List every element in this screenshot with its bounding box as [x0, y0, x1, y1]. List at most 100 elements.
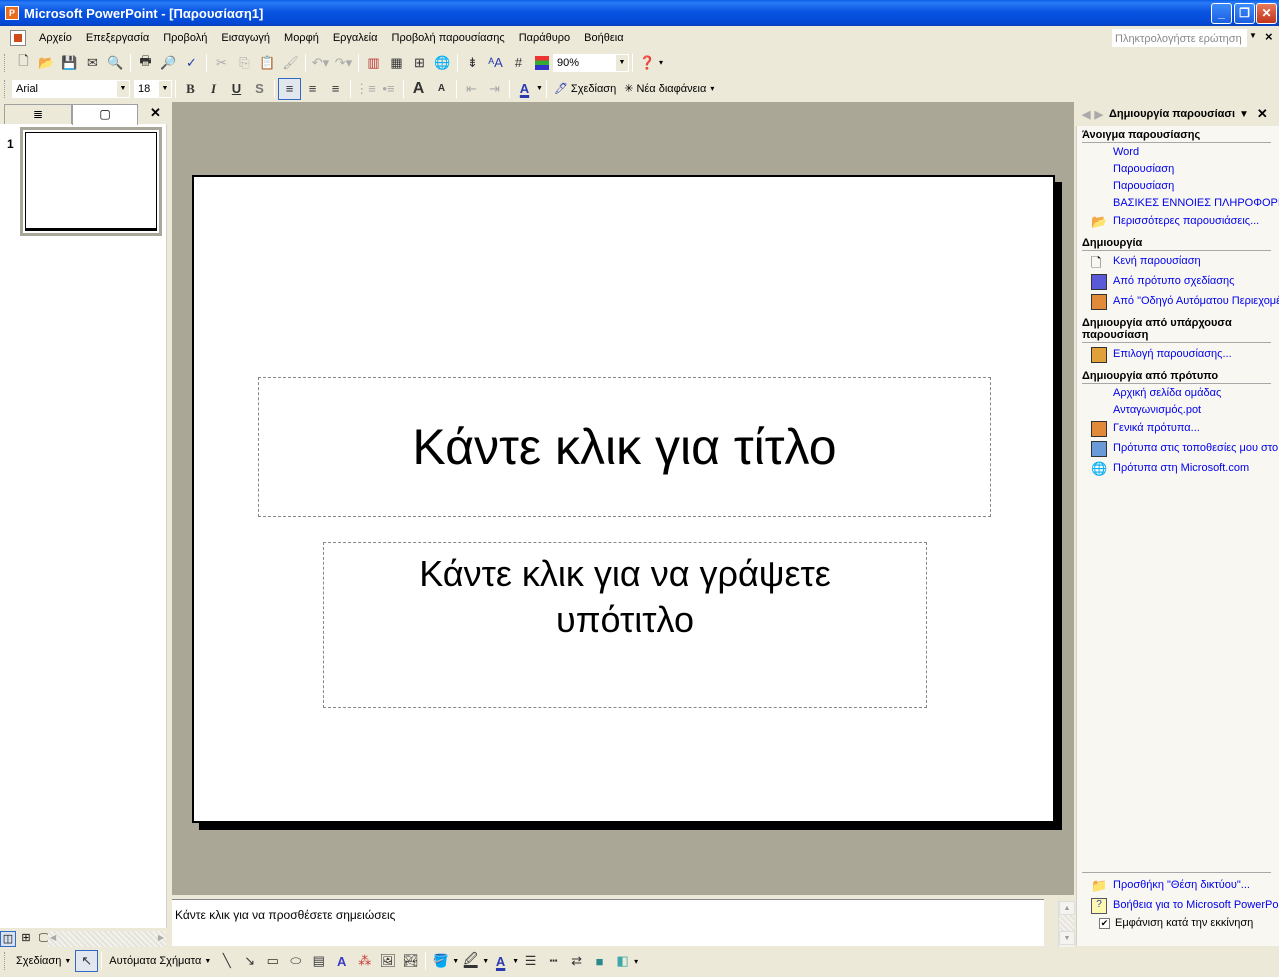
notes-scrollbar[interactable]: ▲ ▼ [1058, 901, 1075, 947]
insert-table-icon[interactable]: ▦ [385, 52, 408, 74]
save-icon[interactable]: 💾 [58, 52, 81, 74]
shadow-button[interactable]: S [248, 78, 271, 100]
more-presentations-link[interactable]: Περισσότερες παρουσιάσεις... [1113, 215, 1279, 227]
menu-window[interactable]: Παράθυρο [512, 28, 577, 48]
show-at-startup-checkbox[interactable]: ✔ Εμφάνιση κατά την εκκίνηση [1099, 917, 1253, 929]
chevron-down-icon[interactable]: ▼ [536, 85, 543, 92]
insert-chart-icon[interactable]: ▥ [362, 52, 385, 74]
bullets-icon[interactable]: •≡ [377, 78, 400, 100]
recent-file-link[interactable]: ΒΑΣΙΚΕΣ ΕΝΝΟΙΕΣ ΠΛΗΡΟΦΟΡΙΚΗ [1113, 197, 1279, 209]
wordart-icon[interactable]: A [330, 950, 353, 972]
slide-thumbnail[interactable] [20, 127, 162, 236]
text-box-icon[interactable]: ▤ [307, 950, 330, 972]
increase-indent-icon[interactable]: ⇥ [483, 78, 506, 100]
zoom-select[interactable]: 90% ▼ [553, 53, 629, 72]
help-icon[interactable]: ❓ [636, 52, 659, 74]
3d-style-icon[interactable]: ◧ [611, 950, 634, 972]
toolbar-options-icon[interactable]: ▾ [659, 58, 663, 67]
notes-pane[interactable]: Κάντε κλικ για να προσθέσετε σημειώσεις [172, 899, 1044, 946]
email-icon[interactable]: ✉ [81, 52, 104, 74]
menu-edit[interactable]: Επεξεργασία [79, 28, 156, 48]
line-style-icon[interactable]: ☰ [519, 950, 542, 972]
font-size-select[interactable]: 18 ▼ [134, 79, 172, 98]
menu-help[interactable]: Βοήθεια [577, 28, 630, 48]
diagram-icon[interactable]: ⁂ [353, 950, 376, 972]
menu-insert[interactable]: Εισαγωγή [214, 28, 277, 48]
close-pane-button[interactable]: ✕ [150, 105, 161, 121]
bold-button[interactable]: B [179, 78, 202, 100]
numbering-icon[interactable]: ⋮≡ [354, 78, 377, 100]
choose-presentation-link[interactable]: Επιλογή παρουσίασης... [1113, 348, 1279, 360]
subtitle-placeholder[interactable]: Κάντε κλικ για να γράψετε υπότιτλο [323, 542, 927, 708]
new-slide-button[interactable]: ✳ Νέα διαφάνεια [620, 78, 710, 100]
scroll-up-icon[interactable]: ▲ [1059, 901, 1075, 915]
line-icon[interactable]: ╲ [215, 950, 238, 972]
scroll-left-icon[interactable]: ◀ [50, 933, 56, 942]
scroll-right-icon[interactable]: ▶ [158, 933, 164, 942]
toolbar-grip[interactable] [4, 79, 7, 98]
font-select[interactable]: Arial ▼ [12, 79, 130, 98]
hyperlink-icon[interactable]: 🌐 [431, 52, 454, 74]
templates-on-my-web-sites-link[interactable]: Πρότυπα στις τοποθεσίες μου στο " [1113, 442, 1279, 454]
expand-icon[interactable]: ⇟ [461, 52, 484, 74]
back-icon[interactable]: ◀ [1082, 108, 1090, 121]
print-icon[interactable]: 🖶 [134, 52, 157, 74]
toolbar-grip[interactable] [4, 53, 7, 72]
menu-slideshow[interactable]: Προβολή παρουσίασης [385, 28, 512, 48]
chevron-down-icon[interactable]: ▼ [512, 958, 519, 965]
document-icon[interactable] [10, 29, 26, 46]
clip-art-icon[interactable]: 🖼 [376, 950, 399, 972]
cut-icon[interactable]: ✂ [210, 52, 233, 74]
powerpoint-app-icon[interactable]: P [5, 6, 19, 20]
templates-microsoft-link[interactable]: Πρότυπα στη Microsoft.com [1113, 462, 1279, 474]
italic-button[interactable]: I [202, 78, 225, 100]
tables-borders-icon[interactable]: ⊞ [408, 52, 431, 74]
close-button[interactable]: ✕ [1256, 3, 1277, 24]
permission-icon[interactable]: 🔍 [104, 52, 127, 74]
select-objects-icon[interactable]: ↖ [75, 950, 99, 972]
ask-dropdown-icon[interactable]: ▼ [1249, 31, 1257, 40]
color-grayscale-icon[interactable] [530, 52, 553, 74]
menu-tools[interactable]: Εργαλεία [326, 28, 385, 48]
grid-icon[interactable]: # [507, 52, 530, 74]
font-color-icon[interactable]: A [489, 950, 512, 972]
recent-file-link[interactable]: Παρουσίαση [1113, 163, 1279, 175]
slide-sorter-icon[interactable]: ⊞ [18, 931, 34, 947]
arrow-style-icon[interactable]: ⇄ [565, 950, 588, 972]
insert-picture-icon[interactable]: 🏞 [399, 950, 422, 972]
show-formatting-icon[interactable]: ᴬA [484, 52, 507, 74]
task-pane-menu-icon[interactable]: ▼ [1239, 109, 1249, 120]
restore-button[interactable]: ❐ [1234, 3, 1255, 24]
oval-icon[interactable]: ⬭ [284, 950, 307, 972]
from-design-template-link[interactable]: Από πρότυπο σχεδίασης [1113, 275, 1279, 287]
minimize-button[interactable]: _ [1211, 3, 1232, 24]
chevron-down-icon[interactable]: ▼ [452, 958, 459, 965]
rectangle-icon[interactable]: ▭ [261, 950, 284, 972]
decrease-indent-icon[interactable]: ⇤ [460, 78, 483, 100]
toolbar-options-icon[interactable]: ▾ [634, 957, 638, 966]
checkbox-checked-icon[interactable]: ✔ [1099, 917, 1110, 929]
scroll-down-icon[interactable]: ▼ [1059, 931, 1075, 945]
design-button[interactable]: 🖊 Σχεδίαση [550, 78, 620, 100]
new-icon[interactable]: 🗋 [12, 52, 35, 74]
task-pane-close-button[interactable]: ✕ [1257, 106, 1268, 122]
tab-outline[interactable]: ≣ [4, 104, 72, 124]
add-network-place-link[interactable]: Προσθήκη "Θέση δικτύου"... [1113, 879, 1279, 891]
blank-presentation-link[interactable]: Κενή παρουσίαση [1113, 255, 1279, 267]
powerpoint-help-link[interactable]: Βοήθεια για το Microsoft PowerPoint [1113, 899, 1279, 911]
recent-file-link[interactable]: Word [1113, 146, 1279, 158]
general-templates-link[interactable]: Γενικά πρότυπα... [1113, 422, 1279, 434]
chevron-down-icon[interactable]: ▼ [482, 958, 489, 965]
tab-slides[interactable]: ▢ [72, 104, 138, 125]
slide[interactable]: Κάντε κλικ για τίτλο Κάντε κλικ για να γ… [192, 175, 1055, 823]
close-document-button[interactable]: × [1265, 29, 1273, 44]
shadow-style-icon[interactable]: ■ [588, 950, 611, 972]
print-preview-icon[interactable]: 🔎 [157, 52, 180, 74]
align-center-icon[interactable]: ≡ [301, 78, 324, 100]
paste-icon[interactable]: 📋 [256, 52, 279, 74]
fill-color-icon[interactable]: 🪣 [429, 950, 452, 972]
toolbar-options-icon[interactable]: ▾ [710, 84, 714, 93]
open-icon[interactable]: 📂 [35, 52, 58, 74]
undo-icon[interactable]: ↶▾ [309, 52, 332, 74]
increase-font-size-icon[interactable]: A [407, 78, 430, 100]
